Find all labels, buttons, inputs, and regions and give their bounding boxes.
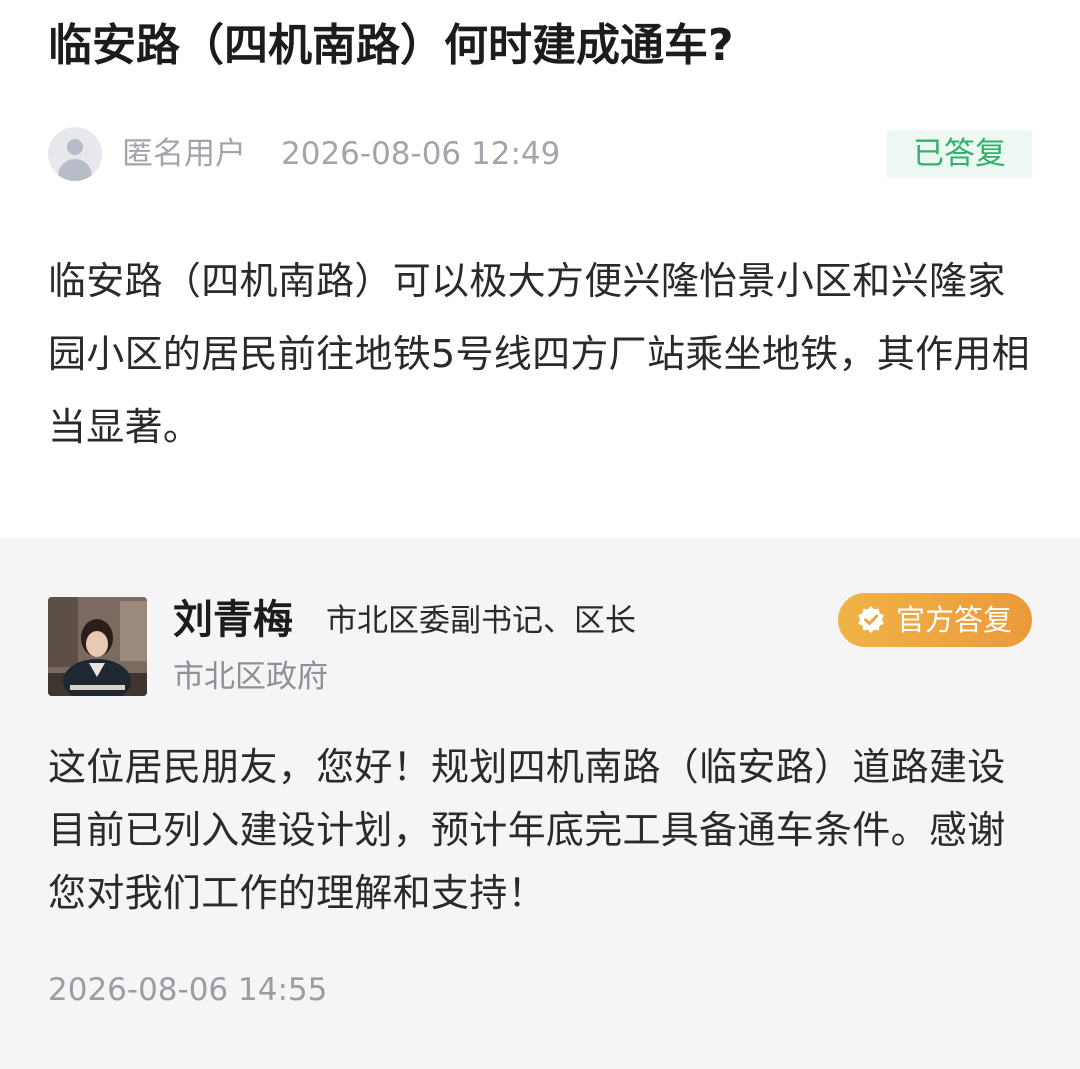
avatar-head-shape	[67, 139, 83, 155]
asker-name: 匿名用户	[122, 136, 246, 172]
qa-page: 临安路（四机南路）何时建成通车? 匿名用户 2026-08-06 12:49 已…	[0, 0, 1080, 1069]
official-reply-badge: 官方答复	[838, 593, 1032, 647]
question-body: 临安路（四机南路）可以极大方便兴隆怡景小区和兴隆家园小区的居民前往地铁5号线四方…	[48, 259, 1030, 449]
user-avatar-icon	[48, 127, 102, 181]
official-reply-section: 刘青梅 市北区委副书记、区长 市北区政府 官方答复 这位居民朋友，您好！规划四机…	[0, 538, 1080, 1069]
official-reply-label: 官方答复	[896, 603, 1013, 637]
question-timestamp: 2026-08-06 12:49	[281, 136, 561, 172]
official-name: 刘青梅	[173, 597, 293, 643]
official-portrait-image	[48, 597, 147, 696]
status-badge: 已答复	[887, 130, 1032, 178]
verified-check-icon	[858, 606, 884, 633]
official-organization: 市北区政府	[173, 659, 328, 695]
reply-timestamp: 2026-08-06 14:55	[48, 972, 328, 1008]
official-title: 市北区委副书记、区长	[326, 603, 636, 639]
question-title: 临安路（四机南路）何时建成通车?	[48, 20, 734, 71]
avatar-body-shape	[58, 159, 92, 181]
question-section: 临安路（四机南路）何时建成通车? 匿名用户 2026-08-06 12:49 已…	[0, 0, 1080, 538]
reply-body: 这位居民朋友，您好！规划四机南路（临安路）道路建设目前已列入建设计划，预计年底完…	[48, 745, 1006, 915]
official-avatar[interactable]	[48, 597, 147, 696]
